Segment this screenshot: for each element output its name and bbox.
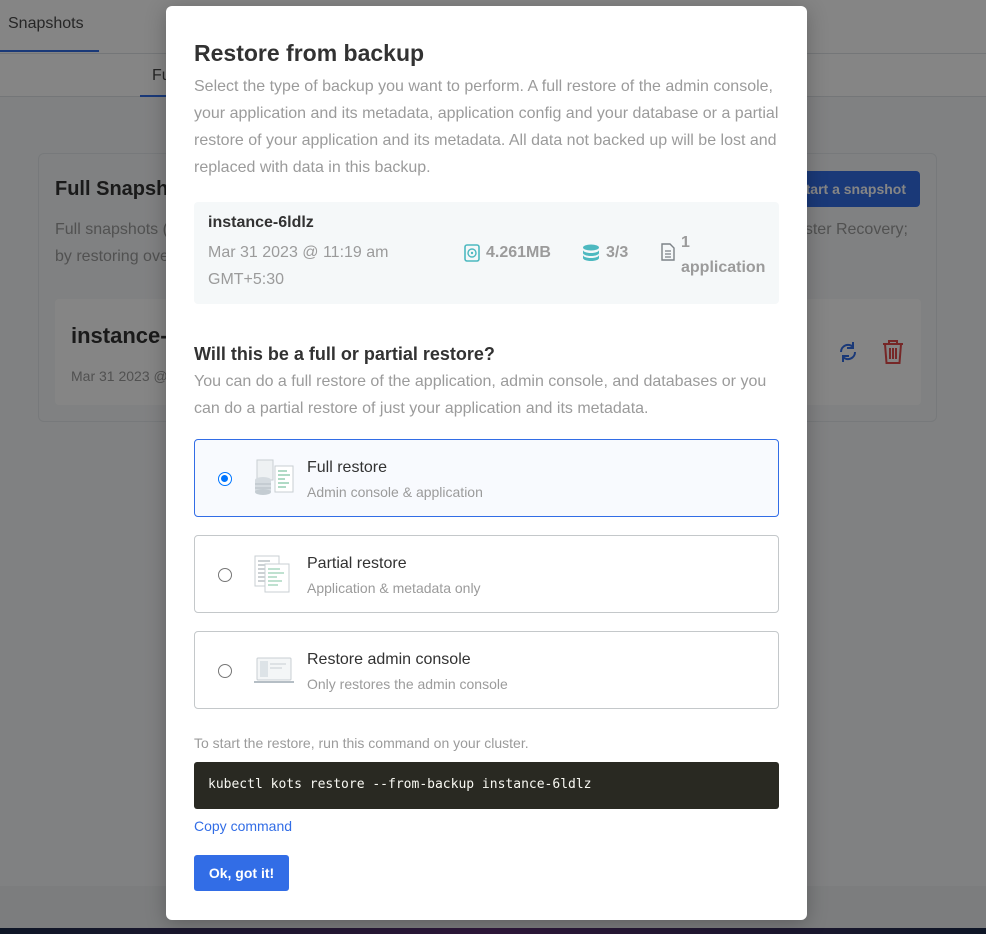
partial-restore-subtitle: Application & metadata only <box>307 580 481 596</box>
full-restore-icon <box>253 458 295 503</box>
restore-command[interactable]: kubectl kots restore --from-backup insta… <box>194 762 779 809</box>
copy-command-link[interactable]: Copy command <box>194 818 292 834</box>
partial-restore-radio[interactable] <box>218 568 232 582</box>
backup-apps: 1 application <box>661 230 765 280</box>
option-partial-restore[interactable]: Partial restore Application & metadata o… <box>194 535 779 613</box>
option-restore-admin-console[interactable]: Restore admin console Only restores the … <box>194 631 779 709</box>
option-full-restore[interactable]: Full restore Admin console & application <box>194 439 779 517</box>
partial-restore-icon <box>253 554 295 599</box>
admin-console-radio[interactable] <box>218 664 232 678</box>
full-restore-subtitle: Admin console & application <box>307 484 483 500</box>
document-icon <box>661 243 675 261</box>
backup-date: Mar 31 2023 @ 11:19 am GMT+5:30 <box>208 244 389 288</box>
ok-button[interactable]: Ok, got it! <box>194 855 289 891</box>
backup-volumes-value: 3/3 <box>606 244 629 261</box>
backup-size: 4.261MB <box>464 244 551 262</box>
full-restore-radio[interactable] <box>218 472 232 486</box>
backup-apps-label: application <box>681 259 766 276</box>
modal-title: Restore from backup <box>194 40 425 66</box>
backup-volumes: 3/3 <box>582 244 628 262</box>
partial-restore-label: Partial restore <box>307 555 407 572</box>
disk-icon <box>464 244 480 262</box>
restore-modal: Restore from backup Select the type of b… <box>166 6 807 920</box>
backup-size-value: 4.261MB <box>486 244 551 261</box>
restore-type-description: You can do a full restore of the applica… <box>194 373 767 417</box>
backup-name: instance-6ldlz <box>208 214 314 231</box>
backup-summary: instance-6ldlz Mar 31 2023 @ 11:19 am GM… <box>194 202 779 304</box>
admin-console-subtitle: Only restores the admin console <box>307 676 508 692</box>
restore-type-title: Will this be a full or partial restore? <box>194 344 495 364</box>
admin-console-icon <box>253 650 295 695</box>
backup-apps-count: 1 <box>681 234 690 251</box>
database-icon <box>583 244 599 261</box>
command-help: To start the restore, run this command o… <box>194 735 529 751</box>
full-restore-label: Full restore <box>307 459 388 476</box>
modal-description: Select the type of backup you want to pe… <box>194 78 779 176</box>
admin-console-label: Restore admin console <box>307 651 471 668</box>
